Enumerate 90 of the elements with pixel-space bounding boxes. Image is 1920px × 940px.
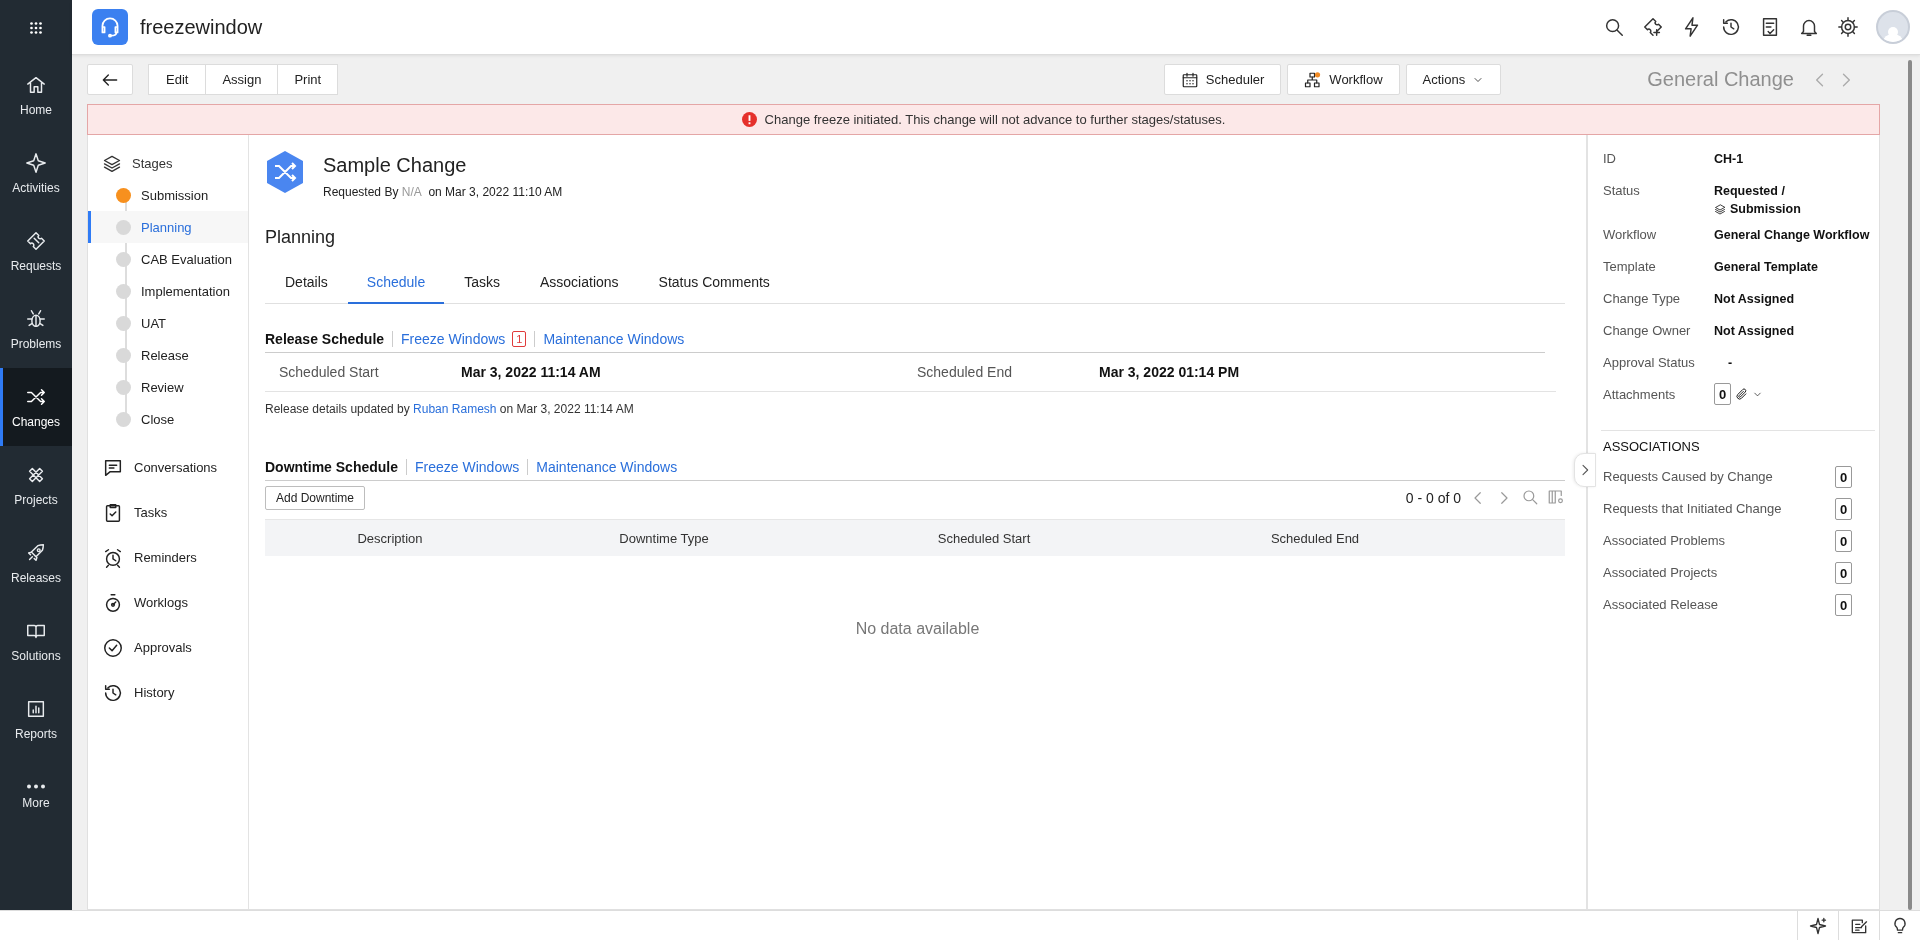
section-link[interactable]: Tasks [88, 490, 248, 535]
field-value: Requested / [1714, 183, 1786, 200]
record-type-label: General Change [1647, 68, 1794, 91]
nav-item[interactable]: Solutions [0, 602, 72, 680]
field-label: Approval Status [1603, 354, 1696, 372]
association-label: Requests that Initiated Change [1603, 500, 1783, 518]
field-label: Template [1603, 258, 1657, 276]
count-box: 0 [1835, 594, 1852, 616]
field-label: Attachments [1603, 386, 1677, 404]
toolbar-button[interactable]: Edit [148, 64, 207, 95]
nav-item[interactable]: Projects [0, 446, 72, 524]
stage-item[interactable]: Close [88, 403, 248, 435]
app-title: freezewindow [140, 15, 263, 39]
nav-item[interactable]: Reports [0, 680, 72, 758]
section-link[interactable]: History [88, 670, 248, 715]
associations-heading: ASSOCIATIONS [1603, 439, 1701, 454]
stage-item[interactable]: UAT [88, 307, 248, 339]
section-heading: Release Schedule [265, 331, 386, 347]
field-value: CH-1 [1714, 151, 1745, 168]
section-link[interactable]: Worklogs [88, 580, 248, 625]
field-label: Scheduled End [917, 364, 1013, 380]
column-header: Scheduled Start [936, 530, 1032, 546]
column-header: Downtime Type [618, 530, 710, 546]
record-title: Sample Change [323, 154, 468, 177]
stage-item[interactable]: Review [88, 371, 248, 403]
section-link[interactable]: Freeze Windows 1 [392, 331, 535, 347]
field-value: Submission [1730, 201, 1801, 218]
field-value: General Change Workflow [1714, 227, 1871, 244]
column-header: Scheduled End [1269, 530, 1361, 546]
toolbar-button[interactable]: Workflow [1287, 64, 1400, 95]
field-value: Mar 3, 2022 01:14 PM [1099, 364, 1241, 380]
count-badge: 1 [512, 331, 527, 347]
section-link[interactable]: Conversations [88, 445, 248, 490]
section-link[interactable]: Freeze Windows [406, 459, 528, 475]
stage-item[interactable]: Release [88, 339, 248, 371]
section-heading: Downtime Schedule [265, 459, 400, 475]
field-label: Scheduled Start [279, 364, 380, 380]
count-box: 0 [1835, 466, 1852, 488]
nav-item[interactable]: Changes [0, 368, 72, 446]
field-label: Change Type [1603, 290, 1682, 308]
field-label: ID [1603, 150, 1617, 168]
nav-item[interactable]: Requests [0, 212, 72, 290]
association-label: Associated Release [1603, 596, 1719, 614]
association-label: Associated Projects [1603, 564, 1719, 582]
count-box: 0 [1714, 383, 1731, 405]
field-value: General Template [1714, 259, 1819, 276]
pagination-text: 0 - 0 of 0 [1405, 490, 1461, 506]
add-downtime-button[interactable]: Add Downtime [265, 486, 366, 510]
stage-item[interactable]: Planning [88, 211, 248, 243]
empty-message: No data available [854, 620, 981, 638]
field-value: Mar 3, 2022 11:14 AM [461, 364, 602, 380]
field-label: Change Owner [1603, 322, 1692, 340]
tab[interactable]: Details [265, 262, 348, 304]
nav-item[interactable]: Activities [0, 134, 72, 212]
toolbar-button[interactable]: Print [277, 64, 339, 95]
stage-item[interactable]: Submission [88, 179, 248, 211]
tab[interactable]: Tasks [444, 262, 520, 304]
actions-dropdown[interactable]: Actions [1405, 64, 1502, 95]
stage-item[interactable]: CAB Evaluation [88, 243, 248, 275]
tab[interactable]: Associations [520, 262, 639, 304]
requested-by-text: Requested By N/A on Mar 3, 2022 11:10 AM [323, 185, 563, 199]
column-header: Description [356, 530, 424, 546]
section-link[interactable]: Maintenance Windows [534, 331, 693, 347]
stage-title: Planning [265, 227, 337, 248]
field-label: Status [1603, 182, 1641, 200]
section-link[interactable]: Approvals [88, 625, 248, 670]
tab[interactable]: Status Comments [638, 262, 790, 304]
nav-item[interactable]: Home [0, 56, 72, 134]
field-value: Not Assigned [1714, 291, 1796, 308]
count-box: 0 [1835, 530, 1852, 552]
toolbar-button[interactable]: Assign [205, 64, 279, 95]
stage-item[interactable]: Implementation [88, 275, 248, 307]
field-label: Workflow [1603, 226, 1658, 244]
nav-item[interactable]: More [0, 758, 72, 836]
section-link[interactable]: Reminders [88, 535, 248, 580]
count-box: 0 [1835, 498, 1852, 520]
field-value: - [1727, 355, 1734, 372]
user-link[interactable]: Ruban Ramesh [413, 402, 497, 416]
association-label: Associated Problems [1603, 532, 1727, 550]
alert-message: Change freeze initiated. This change will not advance to further stages/statuses. [764, 112, 1226, 127]
tab[interactable]: Schedule [347, 262, 445, 304]
count-box: 0 [1835, 562, 1852, 584]
section-link[interactable]: Maintenance Windows [527, 459, 686, 475]
update-note: Release details updated by Ruban Ramesh on Mar 3, 2022 11:14 AM [265, 402, 635, 416]
field-value: Not Assigned [1714, 323, 1796, 340]
nav-item[interactable]: Problems [0, 290, 72, 368]
association-label: Requests Caused by Change [1603, 468, 1774, 486]
stages-heading: Stages [132, 155, 173, 171]
toolbar-button[interactable]: Scheduler [1163, 64, 1282, 95]
nav-item[interactable]: Releases [0, 524, 72, 602]
